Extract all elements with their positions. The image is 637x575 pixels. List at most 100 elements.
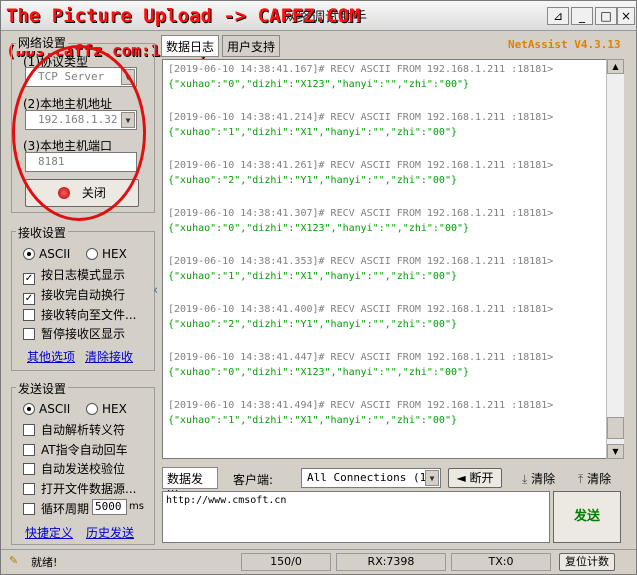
send-ascii-radio[interactable]: ASCII bbox=[23, 402, 70, 416]
log-entry-header: [2019-06-10 14:38:41.261]# RECV ASCII FR… bbox=[168, 160, 554, 171]
receive-log[interactable]: [2019-06-10 14:38:41.167]# RECV ASCII FR… bbox=[162, 59, 624, 459]
receive-option-log-mode[interactable]: ✓ 按日志模式显示 bbox=[23, 266, 125, 285]
reset-counter-button[interactable]: 复位计数 bbox=[559, 553, 615, 571]
scroll-thumb[interactable] bbox=[607, 417, 624, 439]
log-entry: [2019-06-10 14:38:41.261]# RECV ASCII FR… bbox=[168, 160, 553, 186]
tab-data-log[interactable]: 数据日志 bbox=[161, 35, 219, 57]
disconnect-label: 断开 bbox=[469, 471, 494, 485]
disconnect-button[interactable]: ◄ 断开 bbox=[448, 468, 502, 488]
log-entry: [2019-06-10 14:38:41.167]# RECV ASCII FR… bbox=[168, 64, 553, 90]
app-window: 网络调试助手 ⊿ _ □ × The Picture Upload -> CAF… bbox=[0, 0, 637, 575]
log-entry-header: [2019-06-10 14:38:41.353]# RECV ASCII FR… bbox=[168, 256, 554, 267]
send-option-checksum[interactable]: 自动发送校验位 bbox=[23, 460, 125, 477]
close-window-button[interactable]: × bbox=[617, 7, 635, 25]
radio-off-icon bbox=[86, 248, 98, 260]
loop-period-input[interactable]: 5000 bbox=[92, 499, 127, 515]
receive-option-label: 按日志模式显示 bbox=[41, 268, 126, 282]
unchecked-icon bbox=[23, 463, 35, 475]
clear-down-icon: ⤓ bbox=[522, 472, 532, 486]
unchecked-icon bbox=[23, 503, 35, 515]
log-entry-header: [2019-06-10 14:38:41.214]# RECV ASCII FR… bbox=[168, 112, 554, 123]
unchecked-icon bbox=[23, 309, 35, 321]
status-ready: 就绪! bbox=[31, 556, 58, 569]
unchecked-icon bbox=[23, 424, 35, 436]
clear-send-button[interactable]: ⤒ 清除 bbox=[578, 470, 611, 487]
log-entry: [2019-06-10 14:38:41.494]# RECV ASCII FR… bbox=[168, 400, 553, 426]
client-value: All Connections (1) bbox=[307, 471, 433, 484]
unchecked-icon bbox=[23, 328, 35, 340]
log-entry-body: {"xuhao":"1","dizhi":"X1","hanyi":"","zh… bbox=[168, 415, 457, 426]
send-hex-radio[interactable]: HEX bbox=[86, 402, 127, 416]
clear-receive-label: 清除 bbox=[531, 472, 556, 486]
annotation-circle bbox=[12, 45, 146, 221]
loop-period-label: 循环周期 bbox=[41, 502, 90, 516]
receive-option-to-file[interactable]: 接收转向至文件... bbox=[23, 306, 136, 323]
receive-ascii-radio[interactable]: ASCII bbox=[23, 247, 70, 261]
client-select[interactable]: All Connections (1) ▼ bbox=[301, 468, 441, 488]
receive-ascii-label: ASCII bbox=[39, 247, 71, 261]
send-button[interactable]: 发送 bbox=[553, 491, 621, 543]
log-entry-body: {"xuhao":"1","dizhi":"X1","hanyi":"","zh… bbox=[168, 271, 457, 282]
receive-hex-label: HEX bbox=[102, 247, 127, 261]
send-option-at-return[interactable]: AT指令自动回车 bbox=[23, 441, 128, 458]
unchecked-icon bbox=[23, 483, 35, 495]
loop-period-unit: ms bbox=[129, 501, 144, 512]
tab-data-send[interactable]: 数据发送 bbox=[162, 467, 218, 503]
watermark-line1: The Picture Upload -> CAFFZ.COM bbox=[6, 5, 361, 27]
app-brand: NetAssist V4.3.13 bbox=[508, 38, 621, 51]
minimize-button[interactable]: _ bbox=[571, 7, 593, 25]
log-entry: [2019-06-10 14:38:41.400]# RECV ASCII FR… bbox=[168, 304, 553, 330]
status-bar: ✎ 就绪! 150/0 RX:7398 TX:0 复位计数 bbox=[1, 549, 636, 574]
status-counter: 150/0 bbox=[241, 553, 331, 571]
log-entry-body: {"xuhao":"1","dizhi":"X1","hanyi":"","zh… bbox=[168, 127, 457, 138]
send-option-escape[interactable]: 自动解析转义符 bbox=[23, 421, 125, 438]
log-entry-body: {"xuhao":"0","dizhi":"X123","hanyi":"","… bbox=[168, 79, 470, 90]
tab-user-support[interactable]: 用户支持 bbox=[222, 35, 280, 57]
log-entry-header: [2019-06-10 14:38:41.167]# RECV ASCII FR… bbox=[168, 64, 554, 75]
clear-receive-button[interactable]: ⤓ 清除 bbox=[522, 470, 555, 487]
send-ascii-label: ASCII bbox=[39, 402, 71, 416]
send-history-link[interactable]: 历史发送 bbox=[86, 524, 134, 541]
log-entry: [2019-06-10 14:38:41.353]# RECV ASCII FR… bbox=[168, 256, 553, 282]
pin-icon[interactable]: ⊿ bbox=[547, 7, 569, 25]
receive-option-auto-newline[interactable]: ✓ 接收完自动换行 bbox=[23, 286, 125, 305]
send-textarea[interactable]: http://www.cmsoft.cn bbox=[162, 491, 550, 543]
log-entry-body: {"xuhao":"0","dizhi":"X123","hanyi":"","… bbox=[168, 223, 470, 234]
clear-send-label: 清除 bbox=[587, 472, 612, 486]
checked-icon: ✓ bbox=[23, 273, 35, 285]
log-entry: [2019-06-10 14:38:41.307]# RECV ASCII FR… bbox=[168, 208, 553, 234]
receive-option-label: 接收完自动换行 bbox=[41, 288, 126, 302]
radio-off-icon bbox=[86, 403, 98, 415]
send-option-file-source[interactable]: 打开文件数据源... bbox=[23, 480, 136, 497]
radio-on-icon bbox=[23, 403, 35, 415]
maximize-button[interactable]: □ bbox=[595, 7, 617, 25]
receive-option-label: 暂停接收区显示 bbox=[41, 327, 126, 341]
receive-more-link[interactable]: 其他选项 bbox=[27, 348, 75, 365]
log-entry-body: {"xuhao":"2","dizhi":"Y1","hanyi":"","zh… bbox=[168, 175, 457, 186]
ready-icon: ✎ bbox=[9, 554, 19, 567]
log-entry-header: [2019-06-10 14:38:41.307]# RECV ASCII FR… bbox=[168, 208, 554, 219]
disconnect-icon: ◄ bbox=[456, 471, 470, 485]
scroll-up-icon[interactable]: ▲ bbox=[607, 59, 624, 74]
receive-option-pause[interactable]: 暂停接收区显示 bbox=[23, 325, 125, 342]
send-option-label: 自动发送校验位 bbox=[41, 462, 126, 476]
scroll-down-icon[interactable]: ▼ bbox=[607, 444, 624, 459]
chevron-down-icon: ▼ bbox=[425, 470, 439, 486]
loop-period-checkbox[interactable]: 循环周期 bbox=[23, 500, 89, 517]
collapse-panel-icon[interactable]: ‹ bbox=[153, 283, 158, 298]
log-entry-header: [2019-06-10 14:38:41.494]# RECV ASCII FR… bbox=[168, 400, 554, 411]
send-option-label: 打开文件数据源... bbox=[41, 482, 137, 496]
radio-on-icon bbox=[23, 248, 35, 260]
status-rx: RX:7398 bbox=[336, 553, 446, 571]
log-scrollbar[interactable]: ▲ ▼ bbox=[606, 59, 624, 459]
receive-hex-radio[interactable]: HEX bbox=[86, 247, 127, 261]
clear-receive-link[interactable]: 清除接收 bbox=[85, 348, 133, 365]
log-entry-body: {"xuhao":"2","dizhi":"Y1","hanyi":"","zh… bbox=[168, 319, 457, 330]
send-option-label: 自动解析转义符 bbox=[41, 423, 126, 437]
shortcut-define-link[interactable]: 快捷定义 bbox=[25, 524, 73, 541]
status-tx: TX:0 bbox=[451, 553, 551, 571]
receive-option-label: 接收转向至文件... bbox=[41, 308, 137, 322]
log-entry: [2019-06-10 14:38:41.214]# RECV ASCII FR… bbox=[168, 112, 553, 138]
log-entry-header: [2019-06-10 14:38:41.400]# RECV ASCII FR… bbox=[168, 304, 554, 315]
log-entry: [2019-06-10 14:38:41.447]# RECV ASCII FR… bbox=[168, 352, 553, 378]
